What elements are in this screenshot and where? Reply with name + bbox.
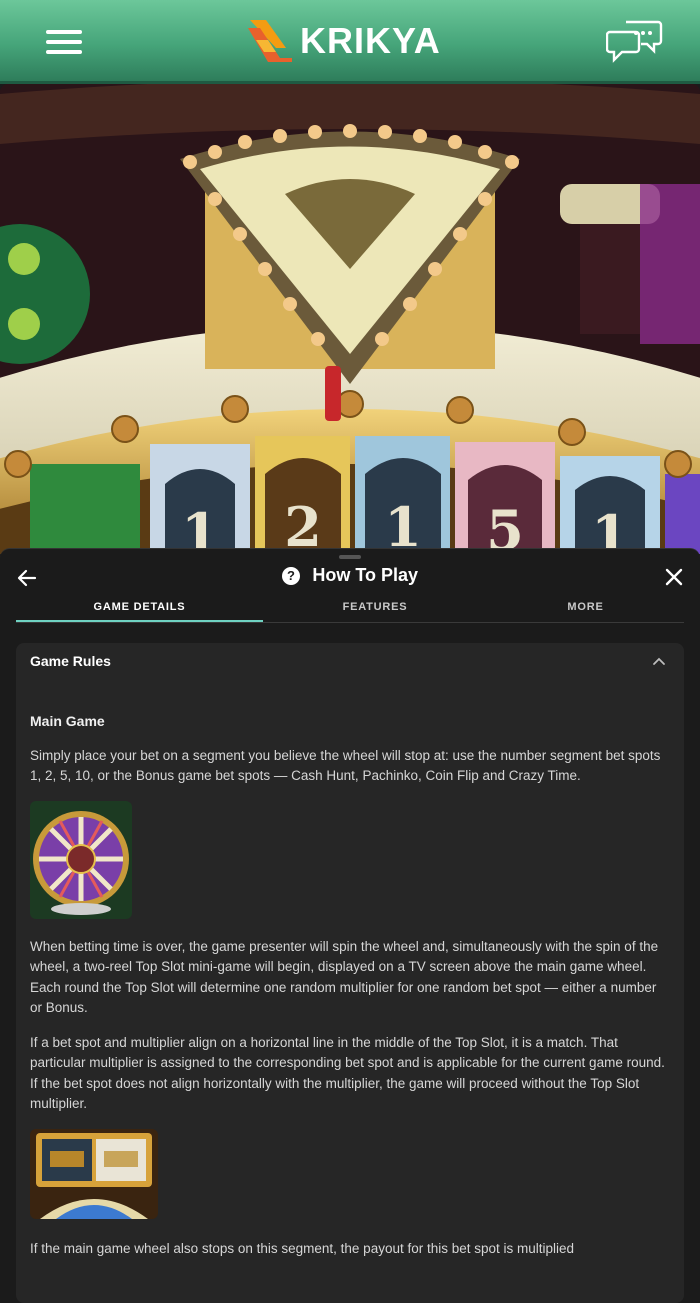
hamburger-menu-icon[interactable] (46, 30, 82, 56)
accordion-title[interactable]: Game Rules (30, 653, 111, 669)
brand-name: KRIKYA (300, 20, 441, 61)
top-slot-thumbnail-image (30, 1128, 158, 1219)
help-circle-icon: ? (281, 566, 300, 585)
rules-content: Main Game Simply place your bet on a seg… (30, 711, 670, 1273)
tab-more[interactable]: MORE (487, 601, 684, 622)
chat-bubbles-icon[interactable] (606, 18, 664, 68)
brand-logo[interactable]: KRIKYA (246, 16, 441, 66)
chevron-up-icon[interactable] (652, 655, 666, 669)
svg-text:1: 1 (181, 501, 219, 554)
close-icon[interactable] (664, 567, 684, 587)
rules-paragraph: If a bet spot and multiplier align on a … (30, 1034, 665, 1112)
logo-mark-icon (248, 20, 292, 62)
panel-tabs: GAME DETAILS FEATURES MORE (16, 601, 684, 623)
top-header: KRIKYA (0, 0, 700, 84)
svg-text:5: 5 (486, 498, 524, 554)
svg-text:1: 1 (384, 495, 422, 554)
how-to-play-panel: ? How To Play GAME DETAILS FEATURES MORE… (0, 548, 700, 1303)
panel-title: How To Play (312, 565, 419, 585)
svg-text:1: 1 (591, 503, 629, 554)
wheel-thumbnail-image (30, 800, 132, 919)
game-rules-accordion: Game Rules Main Game Simply place your b… (16, 643, 684, 1303)
main-game-heading: Main Game (30, 713, 105, 729)
rules-paragraph: If the main game wheel also stops on thi… (30, 1240, 575, 1256)
crazy-time-wheel-image: 1 2 1 5 1 (0, 84, 700, 554)
tab-features[interactable]: FEATURES (263, 601, 487, 622)
tab-game-details[interactable]: GAME DETAILS (16, 601, 263, 622)
rules-paragraph: When betting time is over, the game pres… (30, 938, 659, 1016)
svg-text:2: 2 (284, 495, 322, 554)
live-stream-video: 1 2 1 5 1 (0, 84, 700, 554)
panel-title-wrap: ? How To Play (0, 565, 700, 586)
rules-paragraph: Simply place your bet on a segment you b… (30, 747, 661, 784)
drag-handle[interactable] (339, 555, 361, 559)
